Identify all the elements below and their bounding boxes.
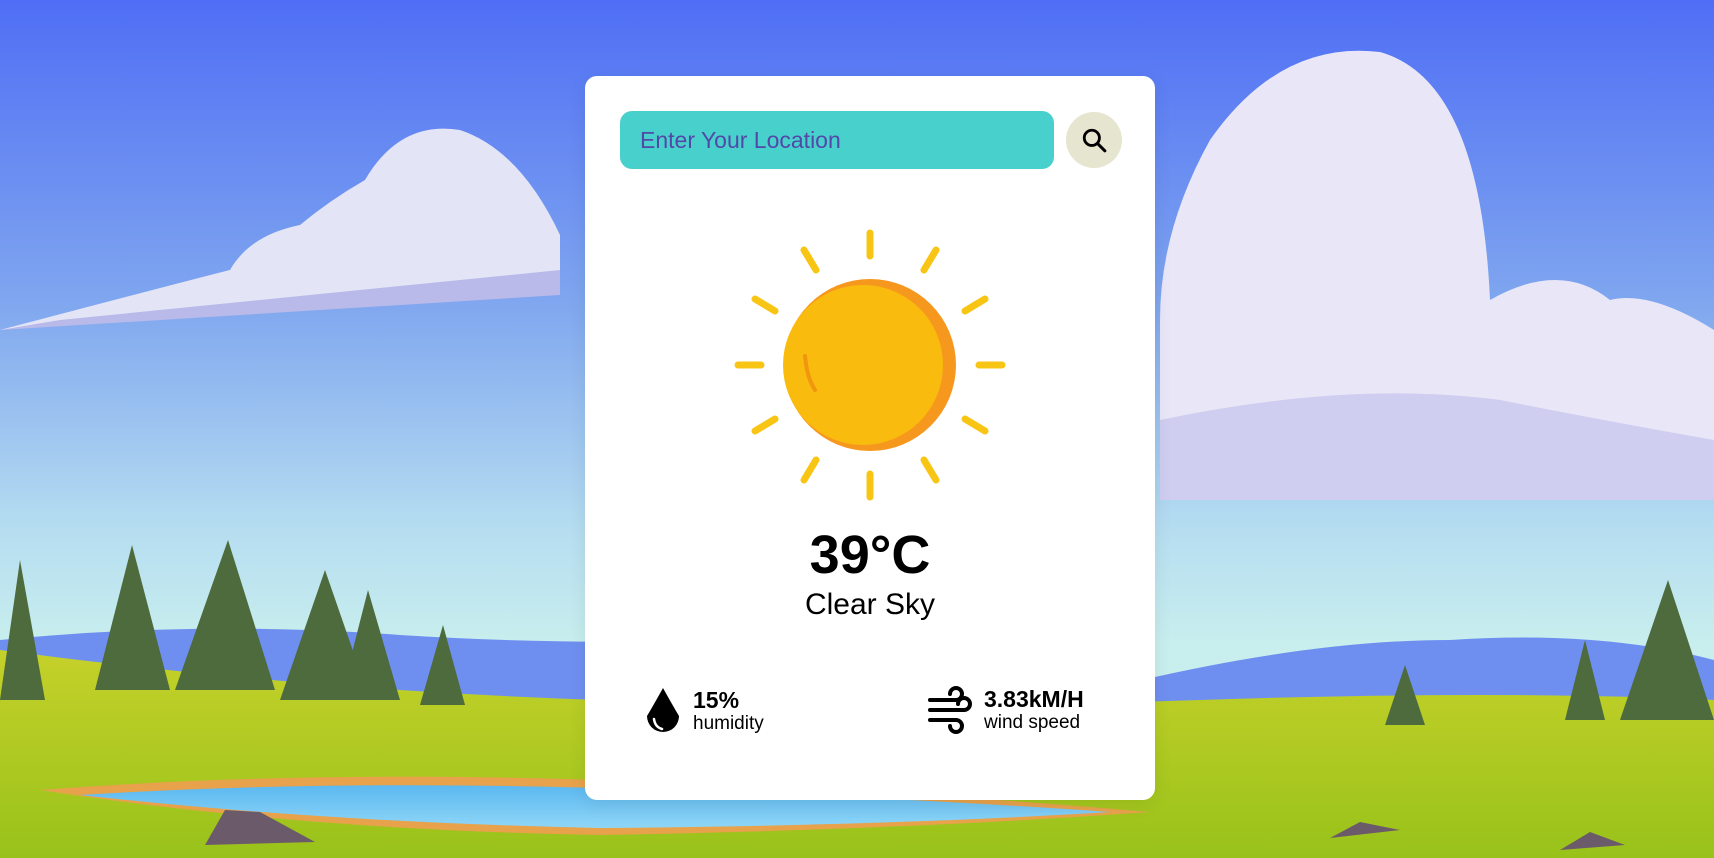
humidity-label: humidity: [693, 713, 764, 734]
wind-icon: [926, 686, 974, 734]
weather-card: 39°C Clear Sky 15% humidity 3.83kM/H win…: [585, 76, 1155, 800]
temperature-value: 39°C: [809, 525, 931, 585]
weather-description: Clear Sky: [804, 588, 936, 621]
wind-text: 3.83kM/H wind speed: [984, 686, 1084, 734]
wind-detail: 3.83kM/H wind speed: [926, 686, 1084, 734]
sun-icon: [734, 229, 1006, 501]
humidity-value: 15%: [693, 687, 740, 713]
humidity-text: 15% humidity: [693, 687, 764, 735]
wind-speed-value: 3.83kM/H: [984, 686, 1084, 712]
wind-speed-label: wind speed: [984, 712, 1081, 733]
search-button[interactable]: [1066, 112, 1122, 168]
humidity-detail: 15% humidity: [643, 686, 764, 736]
search-icon: [1082, 128, 1107, 153]
location-search-input[interactable]: [620, 111, 1054, 169]
water-drop-icon: [643, 686, 683, 736]
